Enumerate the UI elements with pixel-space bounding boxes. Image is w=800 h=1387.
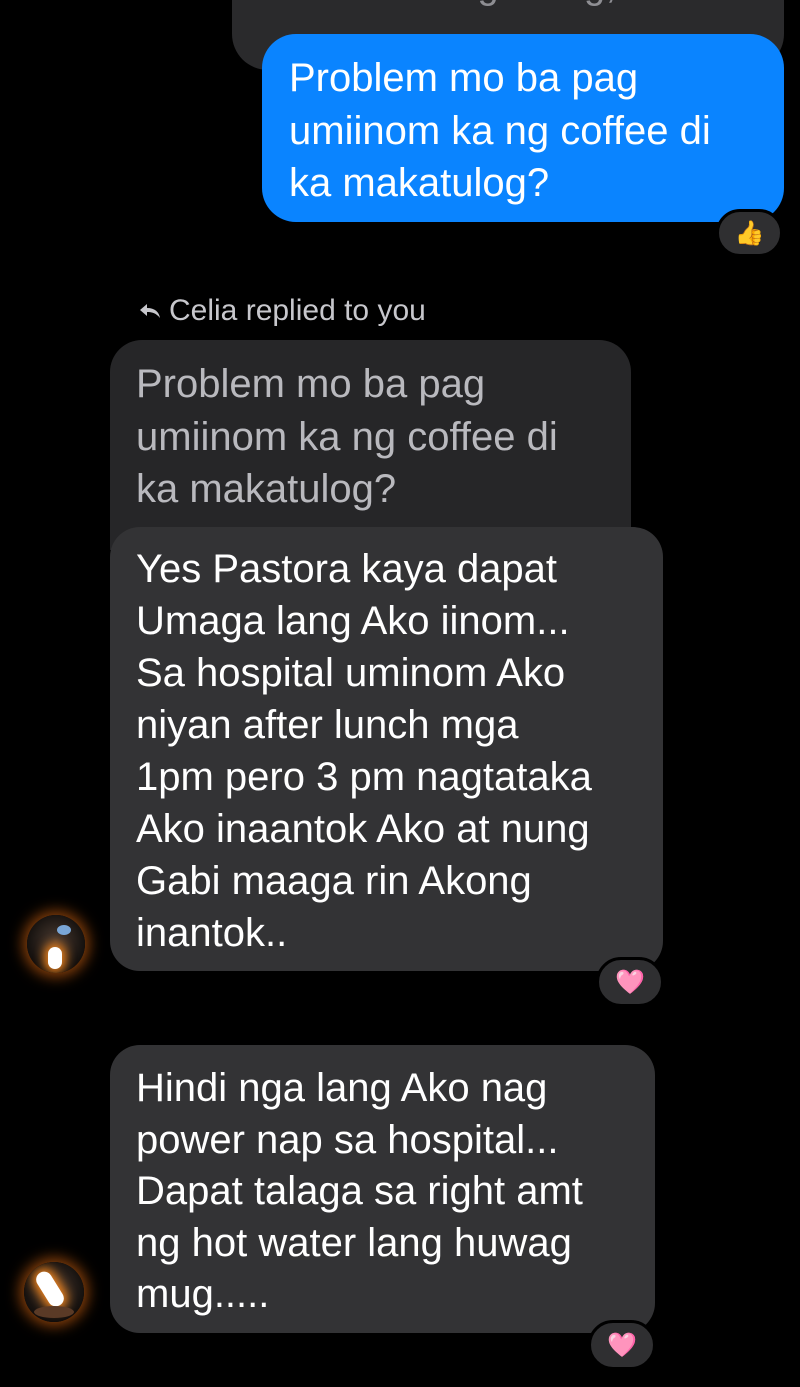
- incoming-message-line: Hindi nga lang Ako nag: [136, 1066, 548, 1110]
- incoming-message-bubble[interactable]: Hindi nga lang Ako nag power nap sa hosp…: [110, 1045, 655, 1333]
- pink-heart-icon: 🩷: [607, 1331, 637, 1359]
- reply-indicator: Celia replied to you: [139, 294, 426, 328]
- quoted-message-line: Problem mo ba pag: [136, 362, 486, 406]
- outgoing-message-line: ka makatulog?: [289, 161, 550, 205]
- incoming-message-line: power nap sa hospital...: [136, 1117, 559, 1162]
- quoted-message-bubble[interactable]: Problem mo ba pag umiinom ka ng coffee d…: [110, 340, 631, 550]
- incoming-message-line: Ako inaantok Ako at nung: [136, 807, 590, 851]
- thumbs-up-icon: 👍: [734, 219, 765, 247]
- message-reaction-badge[interactable]: 🩷: [588, 1320, 656, 1370]
- incoming-message-line: ng hot water lang huwag: [136, 1220, 572, 1265]
- incoming-message-line: 1pm pero 3 pm nagtataka: [136, 755, 592, 799]
- outgoing-reaction-badge[interactable]: 👍: [716, 209, 783, 257]
- message-reaction-badge[interactable]: 🩷: [596, 957, 664, 1007]
- incoming-message-line: mug.....: [136, 1272, 270, 1316]
- previous-message-text: ideal sa umaga lang, Ah: [256, 0, 673, 8]
- pink-heart-icon: 🩷: [615, 968, 645, 996]
- outgoing-message-line: umiinom ka ng coffee di: [289, 108, 711, 153]
- incoming-message-line: Dapat talaga sa right amt: [136, 1169, 583, 1213]
- incoming-message-line: inantok..: [136, 911, 288, 955]
- incoming-message-line: Yes Pastora kaya dapat: [136, 547, 558, 591]
- avatar-candle-glow: [33, 1268, 67, 1310]
- incoming-message-line: Sa hospital uminom Ako: [136, 651, 566, 695]
- reply-arrow-icon: [139, 303, 161, 319]
- incoming-message-line: Gabi maaga rin Akong: [136, 859, 532, 903]
- avatar-detail: [57, 925, 71, 935]
- incoming-message-line: Umaga lang Ako iinom...: [136, 599, 570, 643]
- quoted-message-line: ka makatulog?: [136, 467, 397, 511]
- sender-avatar[interactable]: [27, 915, 85, 973]
- incoming-message-line: niyan after lunch mga: [136, 703, 519, 747]
- avatar-candle-glow: [48, 947, 62, 969]
- sender-avatar[interactable]: [24, 1262, 84, 1322]
- chat-screen: { "previous_message": { "text": "ideal s…: [0, 0, 800, 1387]
- reply-indicator-label: Celia replied to you: [169, 294, 426, 327]
- quoted-message-line: umiinom ka ng coffee di: [136, 414, 558, 459]
- outgoing-message-bubble[interactable]: Problem mo ba pag umiinom ka ng coffee d…: [262, 34, 784, 222]
- outgoing-message-line: Problem mo ba pag: [289, 56, 639, 100]
- avatar-detail: [34, 1306, 74, 1318]
- incoming-message-bubble[interactable]: Yes Pastora kaya dapat Umaga lang Ako ii…: [110, 527, 663, 971]
